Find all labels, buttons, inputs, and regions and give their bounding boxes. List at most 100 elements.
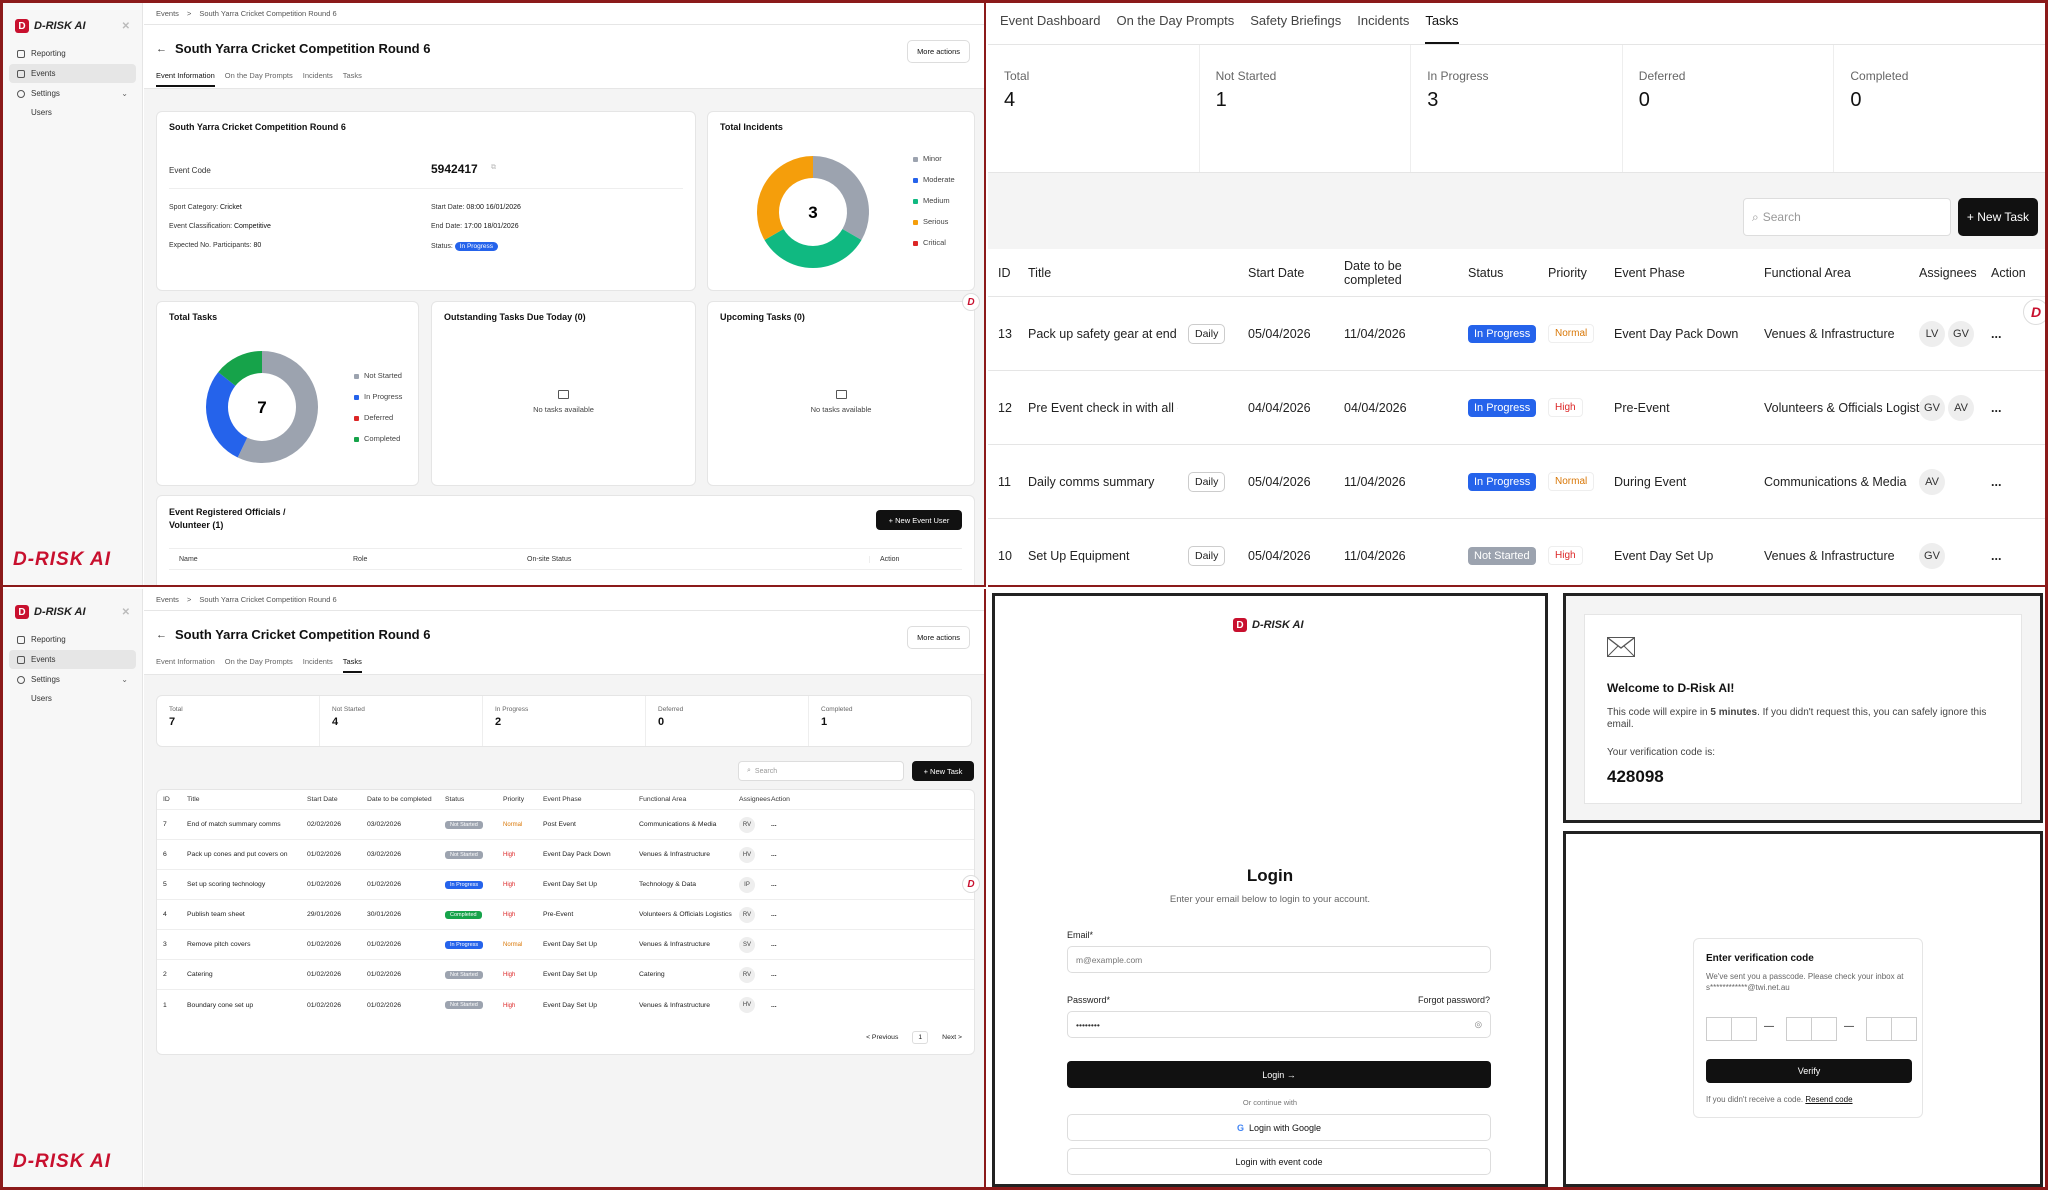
drisk-assistant-button[interactable]: D bbox=[962, 875, 980, 893]
new-event-user-button[interactable]: + New Event User bbox=[876, 510, 962, 530]
forgot-password-link[interactable]: Forgot password? bbox=[1418, 995, 1490, 1005]
code-digit-5[interactable] bbox=[1866, 1017, 1892, 1041]
tab-on-the-day-prompts[interactable]: On the Day Prompts bbox=[1116, 13, 1234, 44]
priority-badge: Normal bbox=[1548, 472, 1595, 491]
new-task-button[interactable]: + New Task bbox=[912, 761, 974, 781]
table-row[interactable]: 1 Boundary cone set up 01/02/2026 01/02/202… bbox=[157, 990, 974, 1020]
tab-event-dashboard[interactable]: Event Dashboard bbox=[1000, 13, 1100, 44]
tab-tasks[interactable]: Tasks bbox=[343, 71, 362, 87]
table-row[interactable]: 10 Set Up Equipment Daily 05/04/2026 11/04/2… bbox=[988, 519, 2045, 585]
drisk-assistant-button[interactable]: D bbox=[962, 293, 980, 311]
code-digit-1[interactable] bbox=[1706, 1017, 1732, 1041]
task-title: End of match summary comms bbox=[187, 821, 281, 828]
search-input[interactable]: ⌕ Search bbox=[738, 761, 904, 781]
tab-on-the-day-prompts[interactable]: On the Day Prompts bbox=[225, 71, 293, 87]
more-actions-button[interactable]: More actions bbox=[907, 626, 970, 649]
tab-safety-briefings[interactable]: Safety Briefings bbox=[1250, 13, 1341, 44]
task-title-cell: Pack up safety gear at end of e... Daily bbox=[1018, 323, 1238, 344]
sidebar-item-settings[interactable]: Settings ⌄ bbox=[9, 84, 136, 103]
daily-badge: Daily bbox=[1188, 471, 1226, 492]
more-actions-button[interactable]: More actions bbox=[907, 40, 970, 63]
reporting-icon bbox=[17, 49, 25, 58]
status-badge: In Progress bbox=[445, 880, 484, 889]
code-digit-4[interactable] bbox=[1811, 1017, 1837, 1041]
next-page-button[interactable]: Next > bbox=[942, 1034, 962, 1041]
row-actions-button[interactable]: ... bbox=[765, 851, 791, 858]
row-actions-button[interactable]: ... bbox=[765, 881, 791, 888]
column-header: ID bbox=[163, 796, 170, 803]
table-row[interactable]: 12 Pre Event check in with all offici... 0… bbox=[988, 371, 2045, 445]
back-arrow-icon[interactable]: ← bbox=[156, 43, 167, 55]
tab-on-the-day-prompts[interactable]: On the Day Prompts bbox=[225, 657, 293, 673]
table-row[interactable]: 3 Remove pitch covers 01/02/2026 01/02/2026… bbox=[157, 930, 974, 960]
priority-badge: High bbox=[503, 1002, 516, 1009]
new-task-button[interactable]: + New Task bbox=[1958, 198, 2038, 236]
row-actions-button[interactable]: ... bbox=[1981, 401, 2021, 415]
legend-swatch bbox=[354, 415, 359, 421]
tab-tasks[interactable]: Tasks bbox=[342, 657, 362, 673]
sidebar-item-users[interactable]: Users bbox=[3, 104, 142, 121]
priority-cell: Normal bbox=[1538, 324, 1604, 343]
sidebar-item-settings[interactable]: Settings ⌄ bbox=[9, 670, 136, 689]
tab-incidents[interactable]: Incidents bbox=[1357, 13, 1409, 44]
code-digit-6[interactable] bbox=[1891, 1017, 1917, 1041]
copy-icon[interactable]: ⧉ bbox=[491, 164, 496, 172]
task-title: Pack up cones and put covers on bbox=[187, 851, 288, 858]
table-row[interactable]: 5 Set up scoring technology 01/02/2026 01/0… bbox=[157, 870, 974, 900]
login-with-google-button[interactable]: G Login with Google bbox=[1067, 1114, 1491, 1141]
status-badge: Completed bbox=[445, 910, 482, 919]
table-row[interactable]: 11 Daily comms summary Daily 05/04/2026 11/0… bbox=[988, 445, 2045, 519]
breadcrumb-events[interactable]: Events bbox=[156, 595, 179, 604]
back-arrow-icon[interactable]: ← bbox=[156, 629, 167, 641]
end-date: End Date: 17:00 18/01/2026 bbox=[431, 223, 519, 230]
table-row[interactable]: 6 Pack up cones and put covers on 01/02/20… bbox=[157, 840, 974, 870]
sidebar-item-reporting[interactable]: Reporting bbox=[9, 630, 136, 649]
assignee-cell: IP bbox=[733, 876, 765, 893]
row-actions-button[interactable]: ... bbox=[765, 821, 791, 828]
search-input[interactable]: ⌕ Search bbox=[1743, 198, 1951, 236]
avatar: GV bbox=[1948, 320, 1974, 347]
table-row[interactable]: 4 Publish team sheet 29/01/2026 30/01/2026 C… bbox=[157, 900, 974, 930]
password-field[interactable]: •••••••• ◎ bbox=[1067, 1011, 1491, 1038]
breadcrumb-events[interactable]: Events bbox=[156, 9, 179, 18]
legend-item: In Progress bbox=[354, 386, 402, 407]
code-digit-2[interactable] bbox=[1731, 1017, 1757, 1041]
row-actions-button[interactable]: ... bbox=[765, 1002, 791, 1009]
tab-event-information[interactable]: Event Information bbox=[156, 71, 215, 87]
verify-button[interactable]: Verify bbox=[1706, 1059, 1912, 1083]
assignee-cell: RV bbox=[733, 816, 765, 833]
tab-incidents[interactable]: Incidents bbox=[303, 657, 333, 673]
collapse-sidebar-icon[interactable]: ✕ bbox=[122, 607, 130, 618]
row-actions-button[interactable]: ... bbox=[765, 941, 791, 948]
row-actions-button[interactable]: ... bbox=[1981, 549, 2021, 563]
resend-code-link[interactable]: Resend code bbox=[1805, 1095, 1852, 1104]
table-row[interactable]: 7 End of match summary comms 02/02/2026 03/… bbox=[157, 810, 974, 840]
stat-deferred: Deferred 0 bbox=[646, 696, 809, 746]
drisk-assistant-button[interactable]: D bbox=[2023, 299, 2045, 325]
tab-tasks[interactable]: Tasks bbox=[1425, 13, 1459, 44]
row-actions-button[interactable]: ... bbox=[765, 911, 791, 918]
verification-email: Welcome to D-Risk AI! This code will exp… bbox=[1563, 593, 2043, 823]
login-button[interactable]: Login → bbox=[1067, 1061, 1491, 1088]
row-actions-button[interactable]: ... bbox=[1981, 475, 2021, 489]
task-area: Venues & Infrastructure bbox=[1764, 326, 1895, 341]
code-digit-3[interactable] bbox=[1786, 1017, 1812, 1041]
table-row[interactable]: 13 Pack up safety gear at end of e... Dail… bbox=[988, 297, 2045, 371]
task-phase: Event Day Set Up bbox=[1614, 548, 1714, 563]
tab-incidents[interactable]: Incidents bbox=[303, 71, 333, 87]
collapse-sidebar-icon[interactable]: ✕ bbox=[122, 21, 130, 32]
previous-page-button[interactable]: < Previous bbox=[866, 1034, 898, 1041]
login-with-event-code-button[interactable]: Login with event code bbox=[1067, 1148, 1491, 1175]
eye-icon[interactable]: ◎ bbox=[1475, 1019, 1482, 1030]
page-number[interactable]: 1 bbox=[912, 1030, 929, 1044]
table-row[interactable]: 2 Catering 01/02/2026 01/02/2026 Not Started… bbox=[157, 960, 974, 990]
sidebar-item-reporting[interactable]: Reporting bbox=[9, 44, 136, 63]
task-id: 1 bbox=[163, 1001, 167, 1009]
sidebar-item-events[interactable]: Events bbox=[9, 64, 136, 83]
row-actions-button[interactable]: ... bbox=[765, 971, 791, 978]
sidebar-item-users[interactable]: Users bbox=[3, 690, 142, 707]
email-field[interactable]: m@example.com bbox=[1067, 946, 1491, 973]
sidebar-item-events[interactable]: Events bbox=[9, 650, 136, 669]
tab-event-information[interactable]: Event Information bbox=[156, 657, 215, 673]
row-actions-button[interactable]: ... bbox=[1981, 327, 2021, 341]
